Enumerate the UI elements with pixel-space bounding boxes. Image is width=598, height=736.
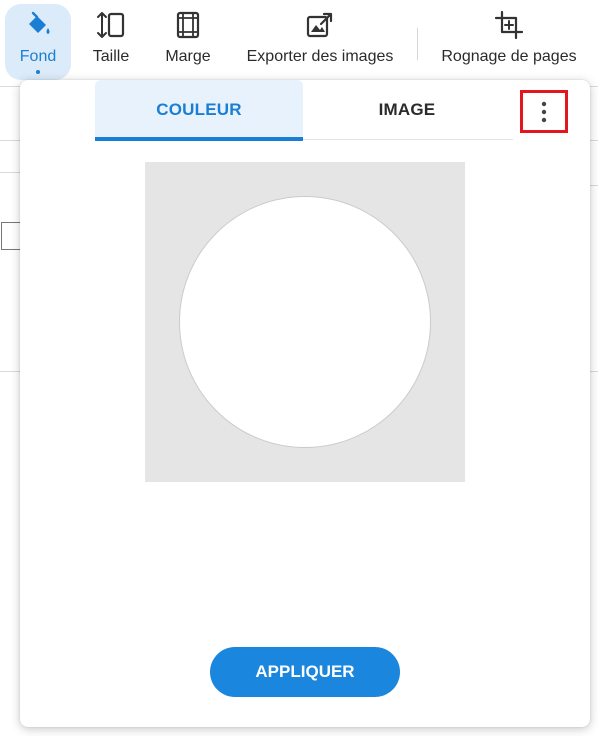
tool-crop-pages-button[interactable]: Rognage de pages xyxy=(440,0,578,86)
tool-marge-button[interactable]: Marge xyxy=(162,0,214,86)
export-image-icon xyxy=(305,10,335,40)
tool-label: Fond xyxy=(19,48,57,65)
active-indicator xyxy=(36,70,40,74)
crop-icon xyxy=(494,10,524,40)
bg-divider xyxy=(0,371,20,372)
tool-label: Marge xyxy=(165,48,211,65)
apply-button[interactable]: APPLIQUER xyxy=(210,647,400,697)
more-vertical-icon xyxy=(541,101,547,122)
tab-image[interactable]: IMAGE xyxy=(303,80,511,140)
bg-divider xyxy=(590,185,598,186)
tool-export-images-button[interactable]: Exporter des images xyxy=(245,0,395,86)
toolbar-divider xyxy=(417,28,418,60)
resize-icon xyxy=(96,10,126,40)
tool-fond-button[interactable]: Fond xyxy=(5,0,71,86)
tab-couleur[interactable]: COULEUR xyxy=(95,80,303,141)
tool-label: Taille xyxy=(92,48,130,65)
paint-bucket-icon xyxy=(23,10,53,40)
color-preview-area xyxy=(145,162,465,482)
color-swatch-circle[interactable] xyxy=(179,196,431,448)
tool-label: Rognage de pages xyxy=(441,48,577,65)
tool-label: Exporter des images xyxy=(246,48,394,65)
more-options-button[interactable] xyxy=(520,90,568,133)
toolbar: Fond Taille Marge Exporter des images Ro… xyxy=(0,0,598,86)
margin-icon xyxy=(173,10,203,40)
panel-tabs: COULEUR IMAGE xyxy=(95,80,513,141)
tool-taille-button[interactable]: Taille xyxy=(85,0,137,86)
bg-divider xyxy=(0,172,20,173)
background-panel: COULEUR IMAGE APPLIQUER xyxy=(20,80,590,727)
bg-divider xyxy=(590,371,598,372)
